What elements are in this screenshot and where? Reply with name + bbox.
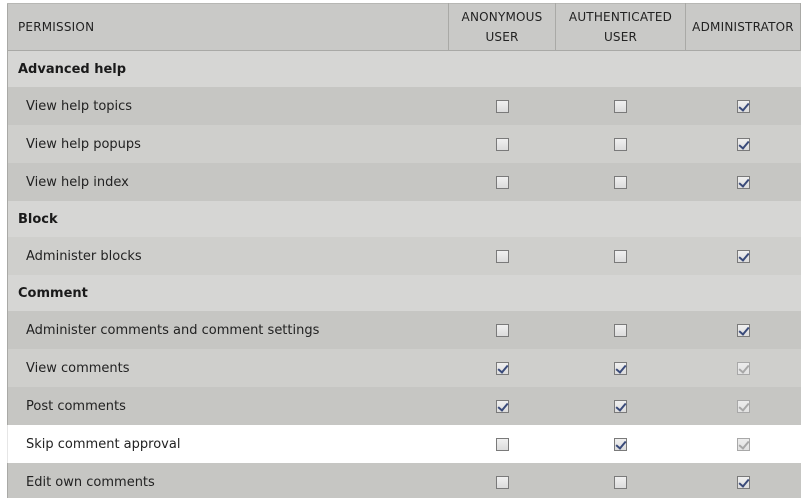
module-row: Comment: [7, 275, 801, 311]
permission-label: View help index: [7, 163, 449, 201]
authenticated-cell: [555, 387, 686, 425]
authenticated-cell: [555, 125, 686, 163]
administrator-cell: [685, 463, 801, 498]
anonymous-checkbox[interactable]: [495, 399, 509, 413]
column-header-authenticated-line2: USER: [603, 30, 638, 44]
anonymous-cell: [448, 125, 556, 163]
column-header-anonymous-user: ANONYMOUS USER: [448, 3, 556, 51]
module-name: Block: [7, 201, 801, 237]
table-header: PERMISSION ANONYMOUS USER AUTHENTICATED …: [7, 3, 801, 51]
authenticated-checkbox[interactable]: [614, 361, 627, 375]
anonymous-checkbox[interactable]: [495, 99, 509, 113]
permission-row: Post comments: [7, 387, 801, 425]
authenticated-checkbox[interactable]: [614, 99, 627, 113]
administrator-checkbox[interactable]: [736, 475, 750, 489]
anonymous-checkbox[interactable]: [495, 249, 509, 263]
authenticated-checkbox[interactable]: [614, 475, 627, 489]
module-name: Comment: [7, 275, 801, 311]
anonymous-cell: [448, 425, 556, 463]
permission-row: Skip comment approval: [7, 425, 801, 463]
anonymous-cell: [448, 349, 556, 387]
authenticated-checkbox[interactable]: [614, 137, 627, 151]
authenticated-cell: [555, 163, 686, 201]
authenticated-cell: [555, 463, 686, 498]
authenticated-cell: [555, 425, 686, 463]
permission-row: Administer comments and comment settings: [7, 311, 801, 349]
anonymous-checkbox[interactable]: [495, 361, 509, 375]
permission-label: View help popups: [7, 125, 449, 163]
authenticated-checkbox[interactable]: [614, 249, 627, 263]
permission-label: Administer comments and comment settings: [7, 311, 449, 349]
administrator-checkbox: [736, 437, 750, 451]
permission-row: View help topics: [7, 87, 801, 125]
authenticated-cell: [555, 237, 686, 275]
module-row: Block: [7, 201, 801, 237]
anonymous-checkbox[interactable]: [495, 475, 509, 489]
administrator-cell: [685, 237, 801, 275]
table-body: Advanced help View help topics View help p…: [7, 50, 801, 498]
authenticated-checkbox[interactable]: [614, 399, 627, 413]
permission-row: Administer blocks: [7, 237, 801, 275]
permission-row: View comments: [7, 349, 801, 387]
administrator-cell: [685, 163, 801, 201]
permission-label: Post comments: [7, 387, 449, 425]
administrator-checkbox: [736, 399, 750, 413]
administrator-cell: [685, 387, 801, 425]
administrator-checkbox[interactable]: [736, 175, 750, 189]
column-header-authenticated-user: AUTHENTICATED USER: [555, 3, 686, 51]
anonymous-cell: [448, 311, 556, 349]
administrator-checkbox: [736, 361, 750, 375]
permission-row: Edit own comments: [7, 463, 801, 498]
anonymous-cell: [448, 163, 556, 201]
authenticated-checkbox[interactable]: [614, 437, 627, 451]
anonymous-cell: [448, 87, 556, 125]
authenticated-cell: [555, 349, 686, 387]
permission-label: Administer blocks: [7, 237, 449, 275]
module-name: Advanced help: [7, 50, 801, 87]
module-row: Advanced help: [7, 50, 801, 87]
permission-label: Skip comment approval: [7, 425, 449, 463]
column-header-permission: PERMISSION: [7, 3, 449, 51]
anonymous-checkbox[interactable]: [495, 323, 509, 337]
administrator-checkbox[interactable]: [736, 99, 750, 113]
permission-label: Edit own comments: [7, 463, 449, 498]
administrator-checkbox[interactable]: [736, 323, 750, 337]
column-header-authenticated-line1: AUTHENTICATED: [568, 10, 673, 24]
authenticated-checkbox[interactable]: [614, 323, 627, 337]
administrator-cell: [685, 125, 801, 163]
authenticated-checkbox[interactable]: [614, 175, 627, 189]
anonymous-checkbox[interactable]: [495, 437, 509, 451]
anonymous-cell: [448, 387, 556, 425]
authenticated-cell: [555, 311, 686, 349]
permissions-table: PERMISSION ANONYMOUS USER AUTHENTICATED …: [7, 3, 801, 498]
anonymous-cell: [448, 463, 556, 498]
permission-row: View help index: [7, 163, 801, 201]
administrator-cell: [685, 425, 801, 463]
anonymous-checkbox[interactable]: [495, 175, 509, 189]
permission-label: View comments: [7, 349, 449, 387]
column-header-anonymous-line1: ANONYMOUS: [461, 10, 543, 24]
administrator-cell: [685, 311, 801, 349]
authenticated-cell: [555, 87, 686, 125]
column-header-administrator: ADMINISTRATOR: [685, 3, 801, 51]
anonymous-checkbox[interactable]: [495, 137, 509, 151]
administrator-checkbox[interactable]: [736, 249, 750, 263]
column-header-anonymous-line2: USER: [485, 30, 519, 44]
administrator-checkbox[interactable]: [736, 137, 750, 151]
anonymous-cell: [448, 237, 556, 275]
permissions-page: PERMISSION ANONYMOUS USER AUTHENTICATED …: [0, 0, 812, 498]
permission-label: View help topics: [7, 87, 449, 125]
administrator-cell: [685, 349, 801, 387]
permission-row: View help popups: [7, 125, 801, 163]
administrator-cell: [685, 87, 801, 125]
